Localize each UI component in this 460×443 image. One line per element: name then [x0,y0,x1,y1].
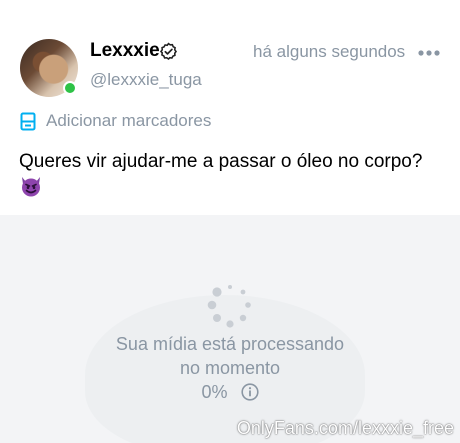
smiling-imp-icon [22,177,40,197]
processing-message: Sua mídia está processando no momento [115,334,345,378]
add-bookmark-label: Adicionar marcadores [46,111,212,130]
post-timestamp: há alguns segundos [253,42,406,61]
media-placeholder[interactable]: Sua mídia está processando no momento 0%… [0,215,460,443]
processing-progress: 0% [0,381,460,403]
more-options-icon[interactable] [418,50,440,56]
loading-spinner-icon [207,285,251,328]
online-status-dot [63,81,77,95]
progress-percent: 0% [201,381,228,402]
verified-badge-icon [159,42,178,61]
author-handle[interactable]: @lexxxie_tuga [90,70,202,90]
info-icon[interactable] [240,383,259,401]
watermark-text: OnlyFans.com/lexxxie_free [236,418,454,438]
post-header: Lexxxie há alguns segundos @lexxxie_tuga… [0,0,460,215]
bookmark-list-icon [20,112,36,131]
post-caption: Queres vir ajudar-me a passar o óleo no … [19,151,423,172]
author-name[interactable]: Lexxxie [90,40,160,62]
